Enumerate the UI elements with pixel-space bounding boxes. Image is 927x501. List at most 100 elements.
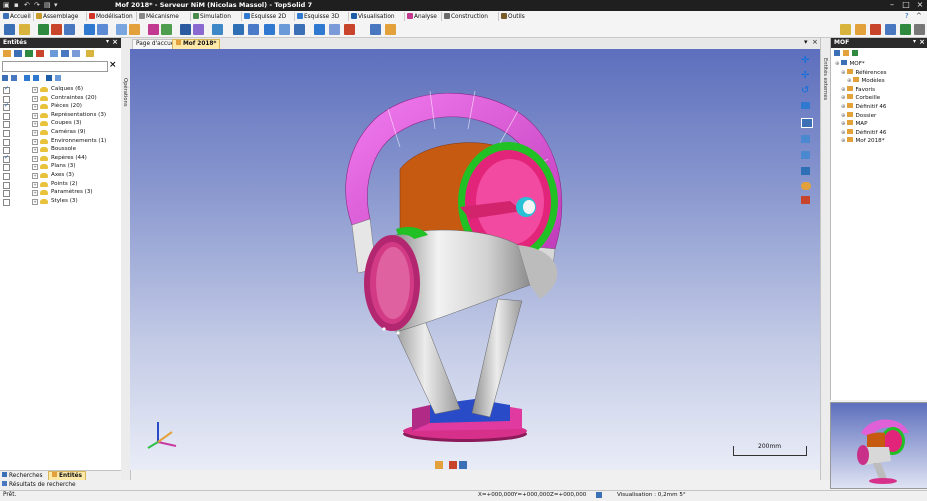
new-folder-icon[interactable] [843, 50, 849, 56]
close-document-icon[interactable]: × [812, 38, 818, 46]
expand-toggle-icon[interactable]: + [32, 164, 38, 171]
layer-icon[interactable] [885, 24, 896, 35]
visibility-checkbox[interactable] [3, 181, 10, 189]
visibility-checkbox[interactable] [3, 102, 10, 112]
menu-esquisse-2d[interactable]: Esquisse 2D [244, 13, 286, 20]
uncheck-all-icon[interactable] [11, 75, 17, 81]
redo-icon[interactable]: ↷ [34, 1, 40, 9]
tree-item[interactable]: + Styles (3) [0, 198, 120, 207]
project-tree-item[interactable]: ⊕ Corbeille [841, 94, 880, 102]
expand-toggle-icon[interactable]: + [32, 198, 38, 205]
group-icon[interactable] [86, 50, 94, 57]
pattern-icon[interactable] [180, 24, 191, 35]
properties-icon[interactable] [840, 24, 851, 35]
tabs-menu-icon[interactable]: ▾ [804, 38, 808, 46]
project-tree-item[interactable]: ⊕ MAP [841, 120, 868, 128]
render-mode-icon[interactable] [435, 461, 443, 469]
rotate-view-icon[interactable]: ↺ [801, 85, 809, 96]
open-icon[interactable] [4, 24, 15, 35]
precision-icon[interactable] [596, 492, 602, 498]
expand-toggle-icon[interactable]: + [32, 130, 38, 136]
shaded-icon[interactable] [459, 461, 467, 469]
menu-construction[interactable]: Construction [444, 13, 488, 20]
visibility-checkbox[interactable] [3, 112, 10, 120]
frame-icon[interactable] [116, 24, 127, 35]
visibility-checkbox[interactable] [3, 130, 10, 137]
project-tree-item[interactable]: ⊕ Mof 2018* [841, 137, 885, 145]
sync-icon[interactable] [852, 50, 858, 56]
plane-icon[interactable] [212, 24, 223, 35]
menu-outils[interactable]: Outils [501, 13, 525, 20]
expand-toggle-icon[interactable]: + [32, 112, 38, 119]
weld-icon[interactable] [344, 24, 355, 35]
settings-icon[interactable] [914, 24, 925, 35]
explode-icon[interactable] [264, 24, 275, 35]
expand-toggle-icon[interactable]: + [32, 155, 38, 162]
collapse-icon[interactable] [61, 50, 69, 57]
menu-modelisation[interactable]: Modélisation [89, 13, 133, 20]
expand-toggle-icon[interactable]: + [32, 104, 38, 111]
shape-icon[interactable] [314, 24, 325, 35]
search-input[interactable] [2, 61, 108, 72]
menu-simulation[interactable]: Simulation [193, 13, 231, 20]
material-icon[interactable] [855, 24, 866, 35]
close-button[interactable]: × [913, 0, 927, 9]
3d-viewport[interactable]: 200mm ✛ ✢ ↺ [130, 49, 820, 470]
expand-icon[interactable] [72, 50, 80, 57]
axis-icon[interactable] [129, 24, 140, 35]
visibility-checkbox[interactable] [3, 121, 10, 129]
expand-toggle-icon[interactable]: + [32, 138, 38, 145]
visibility-checkbox[interactable] [3, 138, 10, 146]
expand-toggle-icon[interactable]: + [32, 181, 38, 188]
bom-icon[interactable] [279, 24, 290, 35]
expand-toggle-icon[interactable]: + [32, 87, 38, 93]
options-icon[interactable]: ▾ [54, 1, 58, 9]
move-icon[interactable] [148, 24, 159, 35]
view-icon[interactable] [233, 24, 244, 35]
project-tree-item[interactable]: ⊕ Favoris [841, 85, 875, 94]
visible-icon[interactable] [24, 75, 30, 81]
measure-icon[interactable] [370, 24, 381, 35]
close-icon[interactable]: × [112, 38, 118, 46]
delete-icon[interactable] [36, 50, 44, 57]
visibility-checkbox[interactable] [3, 173, 10, 180]
invisible-icon[interactable] [33, 75, 39, 81]
menu-esquisse-3d[interactable]: Esquisse 3D [297, 13, 339, 20]
ribbon-collapse-icon[interactable]: ^ [916, 12, 922, 20]
clear-search-icon[interactable]: × [109, 60, 117, 70]
pan-icon[interactable]: ✛ [801, 55, 809, 66]
project-tree-item[interactable]: ⊕ Définitif 46 [841, 128, 886, 137]
color-icon[interactable] [870, 24, 881, 35]
visibility-checkbox[interactable] [3, 154, 10, 163]
tab-recherches[interactable]: Recherches [2, 472, 42, 479]
section-view-icon[interactable] [801, 196, 810, 204]
project-tree-item[interactable]: ⊕ Modèles [847, 77, 885, 85]
zoom-in-icon[interactable] [801, 135, 810, 143]
include-icon[interactable] [51, 24, 62, 35]
sort-icon[interactable] [50, 50, 58, 57]
menu-accueil[interactable]: Accueil [3, 13, 31, 20]
visibility-checkbox[interactable] [3, 198, 10, 206]
close-icon[interactable]: × [919, 38, 925, 46]
external-entities-strip[interactable]: Entités externes [820, 38, 830, 480]
expand-toggle-icon[interactable]: + [32, 190, 38, 197]
zoom-out-icon[interactable] [801, 151, 810, 159]
minimize-button[interactable]: – [885, 0, 899, 9]
tab-search-results[interactable]: Résultats de recherche [2, 481, 76, 488]
refresh-icon[interactable] [55, 75, 61, 81]
sheet-icon[interactable] [329, 24, 340, 35]
zoom-window-icon[interactable] [801, 167, 810, 175]
check-all-icon[interactable] [2, 75, 8, 81]
maximize-button[interactable]: □ [899, 0, 913, 9]
section-icon[interactable] [248, 24, 259, 35]
fit-view-icon[interactable]: ✢ [801, 70, 809, 81]
hide-icon[interactable] [14, 50, 22, 57]
constraint-icon[interactable] [84, 24, 95, 35]
dimension-icon[interactable] [385, 24, 396, 35]
show-icon[interactable] [3, 50, 11, 57]
help-icon[interactable]: ? [905, 12, 909, 20]
drafting-icon[interactable] [294, 24, 305, 35]
visibility-checkbox[interactable] [3, 85, 10, 94]
project-icon[interactable] [834, 50, 840, 56]
folder-icon[interactable] [19, 24, 30, 35]
